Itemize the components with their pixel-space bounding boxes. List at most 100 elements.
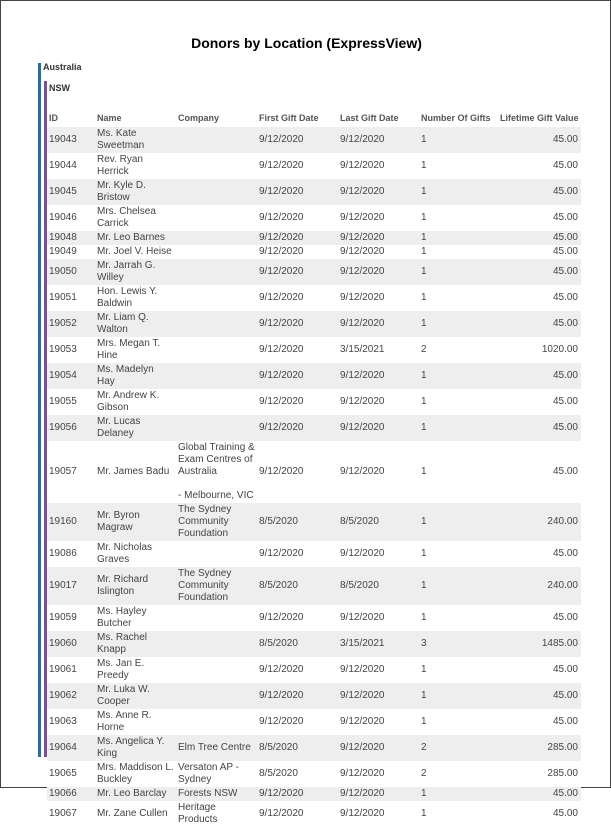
cell-id: 19066: [47, 787, 95, 801]
cell-id: 19059: [47, 605, 95, 631]
cell-first-gift-date: 9/12/2020: [257, 709, 338, 735]
col-header-number-of-gifts: Number Of Gifts: [421, 113, 491, 123]
table-row: 19053 Mrs. Megan T. Hine 9/12/2020 3/15/202…: [47, 337, 581, 363]
cell-first-gift-date: 9/12/2020: [257, 605, 338, 631]
cell-first-gift-date: 8/5/2020: [257, 631, 338, 657]
table-row: 19017 Mr. Richard Islington The Sydney Com…: [47, 567, 581, 605]
report-title: Donors by Location (ExpressView): [191, 35, 422, 51]
cell-lifetime-gift-value: 45.00: [498, 541, 581, 567]
cell-first-gift-date: 9/12/2020: [257, 787, 338, 801]
col-header-company: Company: [178, 113, 220, 123]
cell-last-gift-date: 3/15/2021: [338, 337, 419, 363]
cell-company: Global Training & Exam Centres of Austra…: [176, 441, 257, 503]
cell-lifetime-gift-value: 285.00: [498, 735, 581, 761]
cell-lifetime-gift-value: 45.00: [498, 363, 581, 389]
cell-lifetime-gift-value: 1485.00: [498, 631, 581, 657]
cell-lifetime-gift-value: 240.00: [498, 567, 581, 605]
table-row: 19086 Mr. Nicholas Graves 9/12/2020 9/12/20…: [47, 541, 581, 567]
cell-company: [176, 415, 257, 441]
cell-name: Mrs. Megan T. Hine: [95, 337, 176, 363]
table-row: 19044 Rev. Ryan Herrick 9/12/2020 9/12/2020…: [47, 153, 581, 179]
cell-number-of-gifts: 1: [419, 179, 498, 205]
cell-first-gift-date: 9/12/2020: [257, 337, 338, 363]
cell-number-of-gifts: 1: [419, 245, 498, 259]
table-row: 19057 Mr. James Badu Global Training & Exa…: [47, 441, 581, 503]
cell-company: [176, 631, 257, 657]
cell-first-gift-date: 9/12/2020: [257, 415, 338, 441]
cell-last-gift-date: 9/12/2020: [338, 541, 419, 567]
cell-id: 19057: [47, 441, 95, 503]
cell-first-gift-date: 8/5/2020: [257, 567, 338, 605]
cell-last-gift-date: 9/12/2020: [338, 127, 419, 153]
cell-lifetime-gift-value: 45.00: [498, 787, 581, 801]
cell-name: Mr. James Badu: [95, 441, 176, 503]
cell-last-gift-date: 9/12/2020: [338, 259, 419, 285]
cell-last-gift-date: 9/12/2020: [338, 231, 419, 245]
cell-name: Ms. Anne R. Horne: [95, 709, 176, 735]
cell-name: Mr. Byron Magraw: [95, 503, 176, 541]
cell-name: Ms. Kate Sweetman: [95, 127, 176, 153]
table-row: 19052 Mr. Liam Q. Walton 9/12/2020 9/12/202…: [47, 311, 581, 337]
cell-name: Mrs. Maddison L. Buckley: [95, 761, 176, 787]
cell-first-gift-date: 9/12/2020: [257, 311, 338, 337]
cell-lifetime-gift-value: 45.00: [498, 285, 581, 311]
cell-id: 19044: [47, 153, 95, 179]
cell-company: [176, 683, 257, 709]
cell-last-gift-date: 9/12/2020: [338, 709, 419, 735]
cell-number-of-gifts: 1: [419, 605, 498, 631]
table-row: 19059 Ms. Hayley Butcher 9/12/2020 9/12/202…: [47, 605, 581, 631]
cell-last-gift-date: 9/12/2020: [338, 153, 419, 179]
cell-number-of-gifts: 2: [419, 761, 498, 787]
cell-company: The Sydney Community Foundation: [176, 503, 257, 541]
cell-number-of-gifts: 1: [419, 503, 498, 541]
cell-lifetime-gift-value: 45.00: [498, 259, 581, 285]
cell-company: [176, 245, 257, 259]
cell-number-of-gifts: 1: [419, 787, 498, 801]
cell-first-gift-date: 9/12/2020: [257, 441, 338, 503]
cell-id: 19043: [47, 127, 95, 153]
cell-number-of-gifts: 1: [419, 415, 498, 441]
cell-first-gift-date: 9/12/2020: [257, 363, 338, 389]
country-group-bar: [38, 63, 41, 757]
table-row: 19067 Mr. Zane Cullen Heritage Products 9/1…: [47, 801, 581, 827]
cell-number-of-gifts: 3: [419, 631, 498, 657]
cell-last-gift-date: 9/12/2020: [338, 415, 419, 441]
col-header-id: ID: [49, 113, 58, 123]
cell-lifetime-gift-value: 45.00: [498, 657, 581, 683]
cell-first-gift-date: 9/12/2020: [257, 285, 338, 311]
table-row: 19054 Ms. Madelyn Hay 9/12/2020 9/12/2020 1 4…: [47, 363, 581, 389]
cell-first-gift-date: 9/12/2020: [257, 205, 338, 231]
cell-first-gift-date: 8/5/2020: [257, 503, 338, 541]
cell-company: The Sydney Community Foundation: [176, 567, 257, 605]
cell-company: [176, 259, 257, 285]
cell-id: 19053: [47, 337, 95, 363]
cell-lifetime-gift-value: 45.00: [498, 245, 581, 259]
cell-name: Hon. Lewis Y. Baldwin: [95, 285, 176, 311]
table-header-row: ID Name Company First Gift Date Last Gif…: [47, 101, 581, 127]
cell-id: 19062: [47, 683, 95, 709]
cell-last-gift-date: 9/12/2020: [338, 441, 419, 503]
cell-last-gift-date: 9/12/2020: [338, 285, 419, 311]
cell-name: Ms. Jan E. Preedy: [95, 657, 176, 683]
cell-name: Ms. Madelyn Hay: [95, 363, 176, 389]
cell-number-of-gifts: 2: [419, 337, 498, 363]
cell-first-gift-date: 9/12/2020: [257, 801, 338, 827]
cell-name: Mr. Luka W. Cooper: [95, 683, 176, 709]
cell-last-gift-date: 8/5/2020: [338, 503, 419, 541]
cell-id: 19050: [47, 259, 95, 285]
cell-lifetime-gift-value: 240.00: [498, 503, 581, 541]
cell-number-of-gifts: 1: [419, 567, 498, 605]
cell-name: Mr. Liam Q. Walton: [95, 311, 176, 337]
cell-id: 19045: [47, 179, 95, 205]
table-row: 19066 Mr. Leo Barclay Forests NSW 9/12/2020…: [47, 787, 581, 801]
cell-first-gift-date: 9/12/2020: [257, 153, 338, 179]
cell-name: Mr. Joel V. Heise: [95, 245, 176, 259]
cell-first-gift-date: 8/5/2020: [257, 735, 338, 761]
cell-number-of-gifts: 1: [419, 127, 498, 153]
cell-last-gift-date: 3/15/2021: [338, 631, 419, 657]
cell-lifetime-gift-value: 45.00: [498, 709, 581, 735]
table-row: 19055 Mr. Andrew K. Gibson 9/12/2020 9/12/2…: [47, 389, 581, 415]
table-body: 19043 Ms. Kate Sweetman 9/12/2020 9/12/2020…: [47, 127, 581, 827]
cell-lifetime-gift-value: 45.00: [498, 389, 581, 415]
cell-name: Ms. Hayley Butcher: [95, 605, 176, 631]
